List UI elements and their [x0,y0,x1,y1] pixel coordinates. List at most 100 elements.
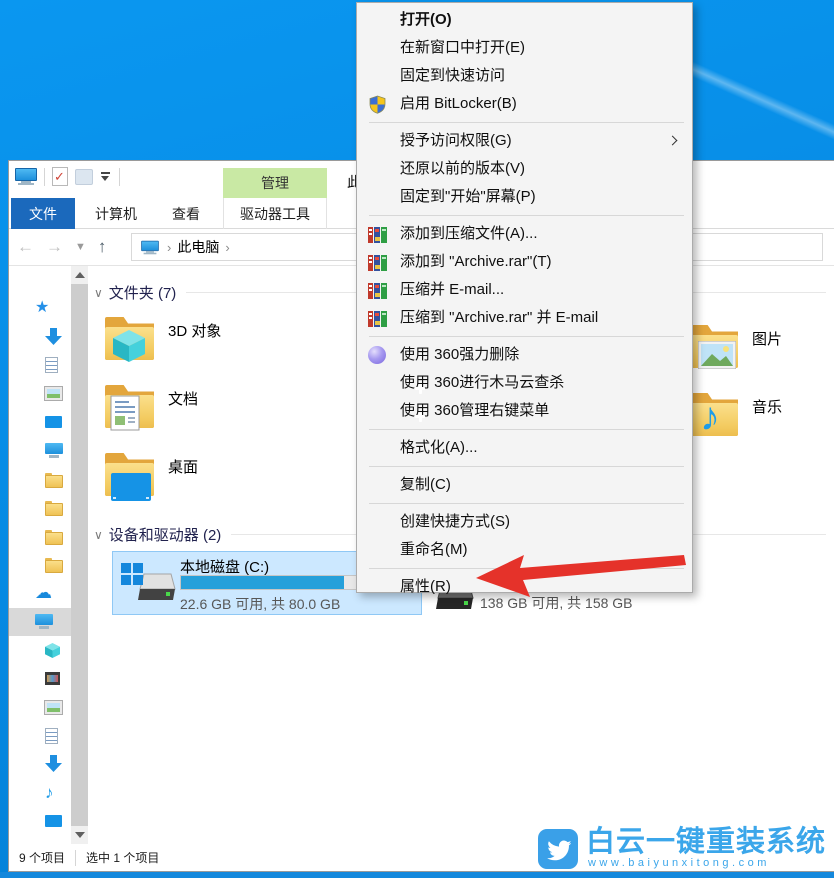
desktop-screen-icon [45,416,62,428]
breadcrumb-chevron: › [225,240,229,255]
collapse-chevron-icon[interactable]: ∨ [94,528,103,542]
videos-film-icon [45,672,60,685]
folder-tile-pictures[interactable]: 图片 [686,319,834,383]
scrollbar-thumb[interactable] [71,284,88,826]
menu-item-create-shortcut[interactable]: 创建快捷方式(S) [357,508,692,536]
tab-view[interactable]: 查看 [157,198,215,229]
3d-objects-cube-icon [112,329,146,363]
bitlocker-shield-icon [368,95,387,114]
sidebar-item-computer[interactable] [9,437,71,466]
3d-objects-cube-icon [45,643,60,658]
tile-label: 音乐 [744,387,782,451]
navigation-pane: ★ ☁ ♪ [9,266,71,844]
recent-locations-dropdown-icon[interactable]: ▼ [75,237,86,257]
sidebar-item-documents[interactable] [9,351,71,380]
sidebar-item-desktop[interactable] [9,408,71,437]
sidebar-item-folder[interactable] [9,522,71,551]
folder-tile-3d-objects[interactable]: 3D 对象 [102,311,394,375]
sidebar-item-downloads[interactable] [9,750,71,779]
new-folder-icon[interactable] [75,169,93,185]
scroll-up-icon[interactable] [75,272,85,278]
sidebar-item-folder[interactable] [9,551,71,580]
menu-item-360-cloud-scan[interactable]: 使用 360进行木马云查杀 [357,369,692,397]
music-note-icon: ♪ [700,395,720,440]
folder-tile-desktop[interactable]: 桌面 [102,447,394,511]
menu-separator [369,568,684,569]
menu-item-bitlocker[interactable]: 启用 BitLocker(B) [357,90,692,118]
context-menu: 打开(O) 在新窗口中打开(E) 固定到快速访问 启用 BitLocker(B)… [356,2,693,593]
system-drive-windows-icon [119,561,177,607]
sidebar-item-documents[interactable] [9,722,71,751]
folder-tile-documents[interactable]: 文档 [102,379,394,443]
menu-item-pin-quick-access[interactable]: 固定到快速访问 [357,62,692,90]
360-purple-orb-icon [368,346,386,364]
menu-separator [369,466,684,467]
status-selected-count: 选中 1 个项目 [76,849,169,866]
properties-check-icon[interactable] [52,167,68,186]
menu-item-add-to-archive-rar[interactable]: 添加到 "Archive.rar"(T) [357,248,692,276]
menu-item-compress-email[interactable]: 压缩并 E-mail... [357,276,692,304]
group-label: 文件夹 (7) [109,282,177,303]
menu-item-restore-versions[interactable]: 还原以前的版本(V) [357,155,692,183]
menu-item-rename[interactable]: 重命名(M) [357,536,692,564]
submenu-arrow-icon [668,136,678,146]
customize-toolbar-dropdown-icon[interactable] [100,172,112,182]
menu-item-format[interactable]: 格式化(A)... [357,434,692,462]
tile-label: 3D 对象 [160,311,221,375]
sidebar-item-downloads[interactable] [9,323,71,352]
breadcrumb-this-pc[interactable]: 此电脑 [177,237,219,257]
folder-icon: ♪ [686,387,741,442]
sidebar-item-this-pc[interactable] [9,608,71,637]
sidebar-item-videos[interactable] [9,665,71,694]
menu-separator [369,503,684,504]
documents-page-icon [45,357,58,373]
menu-item-compress-rar-email[interactable]: 压缩到 "Archive.rar" 并 E-mail [357,304,692,332]
music-note-icon: ♪ [45,785,54,801]
downloads-arrow-icon [45,328,62,346]
up-icon[interactable]: ↑ [98,237,107,257]
tile-label: 图片 [744,319,782,383]
computer-monitor-icon [45,443,63,458]
sidebar-item-onedrive[interactable]: ☁ [9,579,71,608]
sidebar-item-pictures[interactable] [9,380,71,409]
sidebar-scrollbar[interactable] [71,266,88,844]
scroll-down-icon[interactable] [75,832,85,838]
sidebar-item-quick-access[interactable]: ★ [9,294,71,323]
winrar-books-icon [368,281,387,300]
sidebar-item-desktop[interactable] [9,807,71,836]
folder-tile-music[interactable]: ♪ 音乐 [686,387,834,451]
menu-item-add-to-archive[interactable]: 添加到压缩文件(A)... [357,220,692,248]
forward-icon[interactable]: → [46,237,63,257]
tab-drive-tools[interactable]: 驱动器工具 [223,198,327,229]
quick-access-star-icon: ★ [35,300,49,316]
sidebar-item-3d-objects[interactable] [9,636,71,665]
tab-file[interactable]: 文件 [11,198,75,229]
tile-label: 桌面 [160,447,198,511]
sidebar-item-folder[interactable] [9,465,71,494]
desktop-screen-icon [111,473,151,501]
menu-item-pin-to-start[interactable]: 固定到"开始"屏幕(P) [357,183,692,211]
sidebar-item-folder[interactable] [9,494,71,523]
sidebar-item-music[interactable]: ♪ [9,779,71,808]
documents-page-icon [45,728,58,744]
picture-photo-icon [698,341,736,369]
folder-icon [102,447,157,502]
collapse-chevron-icon[interactable]: ∨ [94,286,103,300]
menu-item-open-new-window[interactable]: 在新窗口中打开(E) [357,34,692,62]
back-icon[interactable]: ← [17,237,34,257]
menu-separator [369,122,684,123]
document-page-icon [110,395,140,431]
sidebar-item-pictures[interactable] [9,693,71,722]
menu-item-give-access[interactable]: 授予访问权限(G) [357,127,692,155]
menu-item-copy[interactable]: 复制(C) [357,471,692,499]
menu-item-360-force-delete[interactable]: 使用 360强力删除 [357,341,692,369]
manage-contextual-tab[interactable]: 管理 [223,168,327,198]
pictures-frame-icon [45,387,62,400]
menu-item-properties[interactable]: 属性(R) [357,573,692,601]
tab-computer[interactable]: 计算机 [83,198,149,229]
menu-item-360-manage-menu[interactable]: 使用 360管理右键菜单 [357,397,692,425]
menu-item-open[interactable]: 打开(O) [357,6,692,34]
pictures-frame-icon [45,701,62,714]
this-pc-icon[interactable] [15,168,37,185]
tile-label: 文档 [160,379,198,443]
